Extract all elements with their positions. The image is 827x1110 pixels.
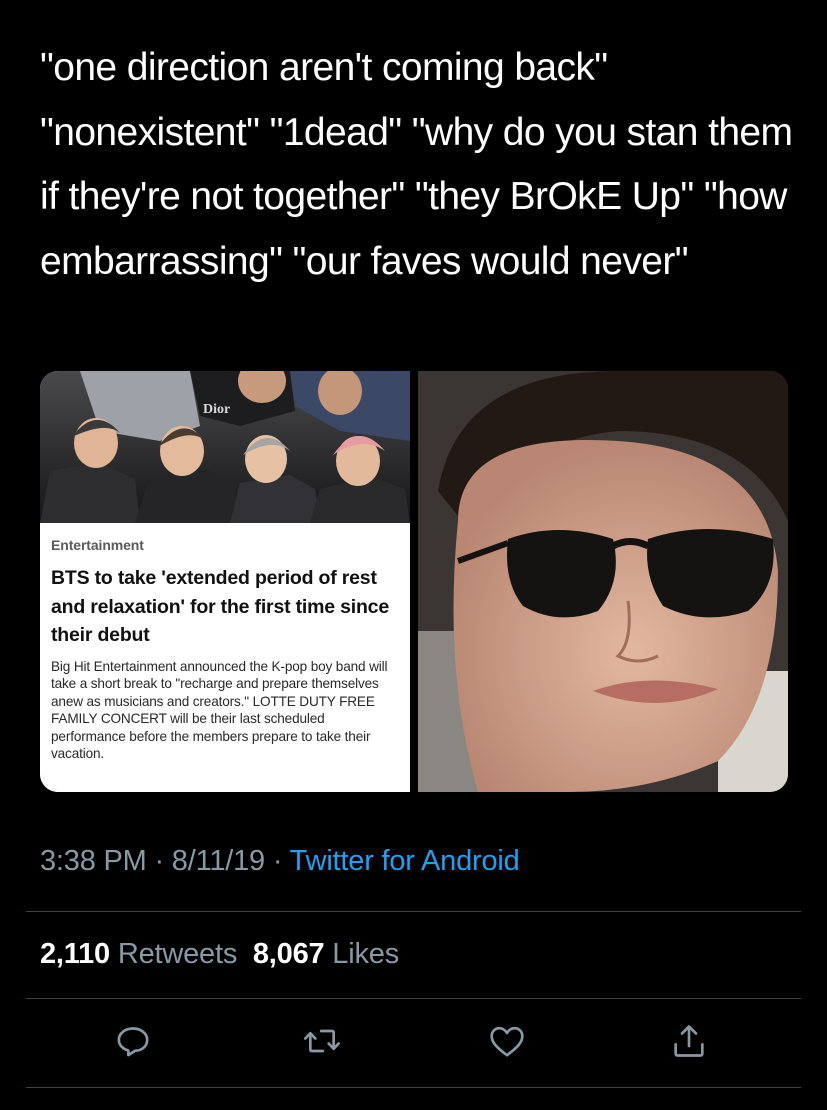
divider xyxy=(26,1087,801,1088)
divider xyxy=(26,998,801,999)
share-button[interactable] xyxy=(665,1016,713,1066)
tweet-media-grid: Dior Entertainment BTS to take 'extended… xyxy=(40,371,788,792)
retweet-button[interactable] xyxy=(298,1016,346,1066)
tweet-date: 8/11/19 xyxy=(171,845,265,877)
tweet-meta: 3:38 PM · 8/11/19 · Twitter for Android xyxy=(40,845,520,878)
article-card: Entertainment BTS to take 'extended peri… xyxy=(40,523,410,792)
logo-text: Dior xyxy=(203,402,230,417)
tweet-text: "one direction aren't coming back" "none… xyxy=(40,46,793,283)
article-category: Entertainment xyxy=(51,537,144,553)
meta-separator: · xyxy=(146,845,172,877)
article-screenshot-image[interactable]: Dior Entertainment BTS to take 'extended… xyxy=(40,371,410,792)
retweets-count[interactable]: 2,110 xyxy=(40,938,110,970)
retweets-label[interactable]: Retweets xyxy=(118,938,237,970)
article-headline: BTS to take 'extended period of rest and… xyxy=(51,567,389,646)
reply-icon xyxy=(117,1027,149,1057)
reaction-photo[interactable] xyxy=(418,371,788,792)
tweet-stats: 2,110 Retweets 8,067 Likes xyxy=(40,938,399,971)
likes-label[interactable]: Likes xyxy=(332,938,399,970)
like-button[interactable] xyxy=(483,1016,531,1066)
article-summary: Big Hit Entertainment announced the K-po… xyxy=(51,658,388,762)
tweet-time: 3:38 PM xyxy=(40,845,147,877)
divider xyxy=(26,911,801,912)
reply-button[interactable] xyxy=(109,1016,157,1066)
likes-count[interactable]: 8,067 xyxy=(253,938,325,970)
share-icon xyxy=(674,1025,704,1057)
reaction-photo-graphic xyxy=(418,371,788,792)
meta-separator: · xyxy=(265,845,290,877)
retweet-icon xyxy=(304,1029,340,1053)
group-photo: Dior xyxy=(40,371,410,523)
tweet-actions xyxy=(0,1016,827,1066)
heart-icon xyxy=(490,1026,524,1057)
tweet-source-link[interactable]: Twitter for Android xyxy=(290,845,520,877)
